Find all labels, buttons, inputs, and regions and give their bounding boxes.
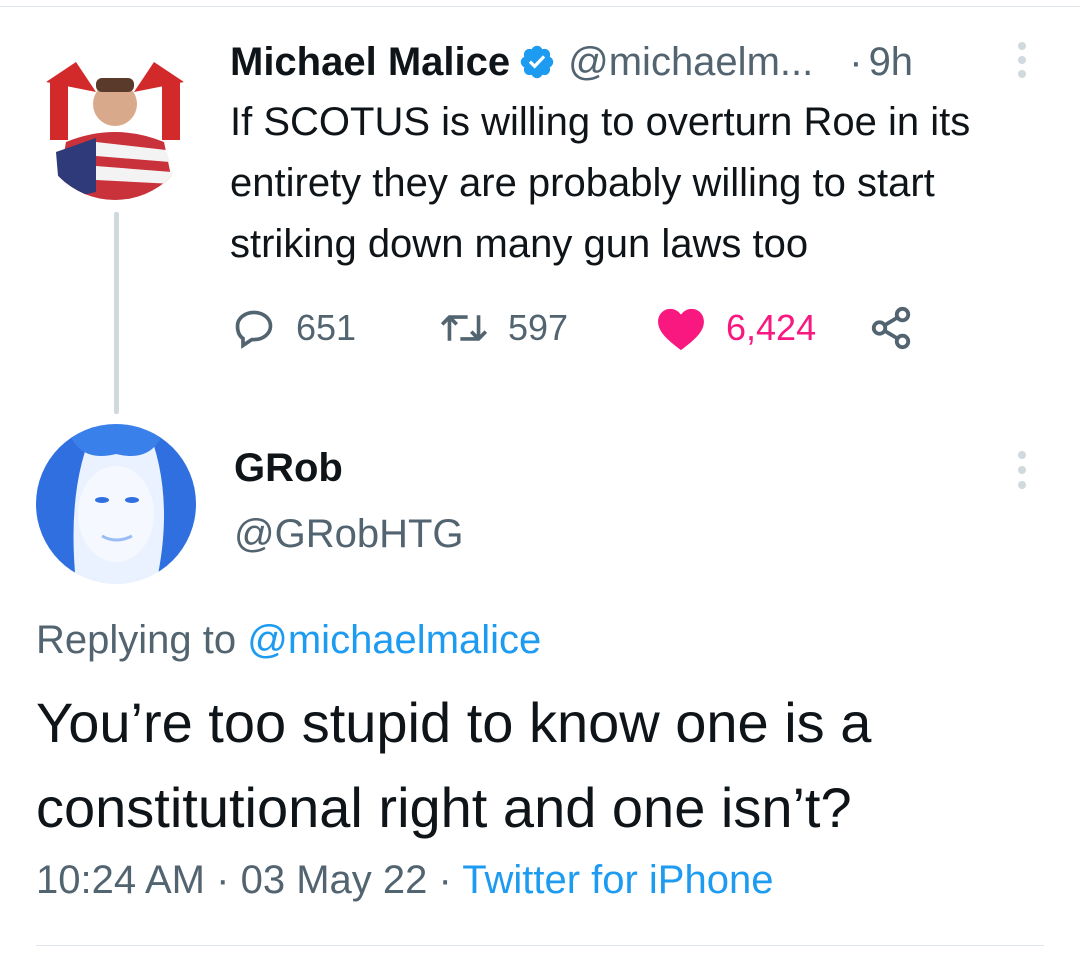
avatar-image — [36, 42, 194, 200]
tweet-date[interactable]: 03 May 22 — [241, 858, 428, 902]
share-button[interactable] — [868, 300, 914, 356]
replying-to-mention[interactable]: @michaelmalice — [247, 618, 541, 662]
reply-count: 651 — [296, 307, 357, 348]
replying-to-line: Replying to @michaelmalice — [36, 618, 541, 663]
more-options-icon[interactable] — [1012, 448, 1032, 492]
tweet-action-bar: 651 597 6,424 — [232, 300, 932, 356]
reply-author-handle[interactable]: @GRobHTG — [234, 512, 464, 557]
like-count: 6,424 — [726, 307, 817, 348]
share-icon — [871, 306, 911, 350]
retweet-count: 597 — [508, 307, 569, 348]
verified-badge-icon — [520, 45, 554, 79]
author-name[interactable]: Michael Malice — [230, 40, 510, 85]
top-divider — [0, 6, 1080, 7]
parent-tweet-text: If SCOTUS is willing to overturn Roe in … — [230, 100, 971, 266]
retweet-button[interactable]: 597 — [440, 300, 568, 356]
reply-icon — [235, 310, 273, 349]
separator-dot: · — [849, 39, 863, 84]
author-handle[interactable]: @michaelm... — [568, 40, 813, 85]
reply-button[interactable]: 651 — [232, 300, 356, 356]
avatar-grob[interactable] — [36, 424, 196, 584]
bottom-divider — [36, 945, 1044, 946]
reply-metadata: 10:24 AM · 03 May 22 · Twitter for iPhon… — [36, 858, 773, 903]
thread-connector-line — [114, 212, 119, 414]
heart-icon — [658, 308, 704, 351]
tweet-timestamp[interactable]: 10:24 AM — [36, 858, 205, 902]
separator-dot: · — [216, 858, 230, 902]
avatar-image — [36, 424, 196, 584]
like-button[interactable]: 6,424 — [656, 300, 816, 356]
separator-dot: · — [438, 858, 452, 902]
reply-tweet-text: You’re too stupid to know one is a const… — [36, 691, 872, 839]
reply-author-name[interactable]: GRob — [234, 446, 343, 491]
more-options-icon[interactable] — [1012, 40, 1032, 80]
avatar-michael-malice[interactable] — [36, 42, 194, 200]
replying-to-prefix: Replying to — [36, 618, 237, 662]
tweet-time[interactable]: 9h — [869, 40, 914, 85]
tweet-source-link[interactable]: Twitter for iPhone — [462, 858, 773, 902]
retweet-icon — [440, 315, 488, 341]
parent-tweet-header: Michael Malice @michaelm... · 9h — [230, 38, 913, 86]
